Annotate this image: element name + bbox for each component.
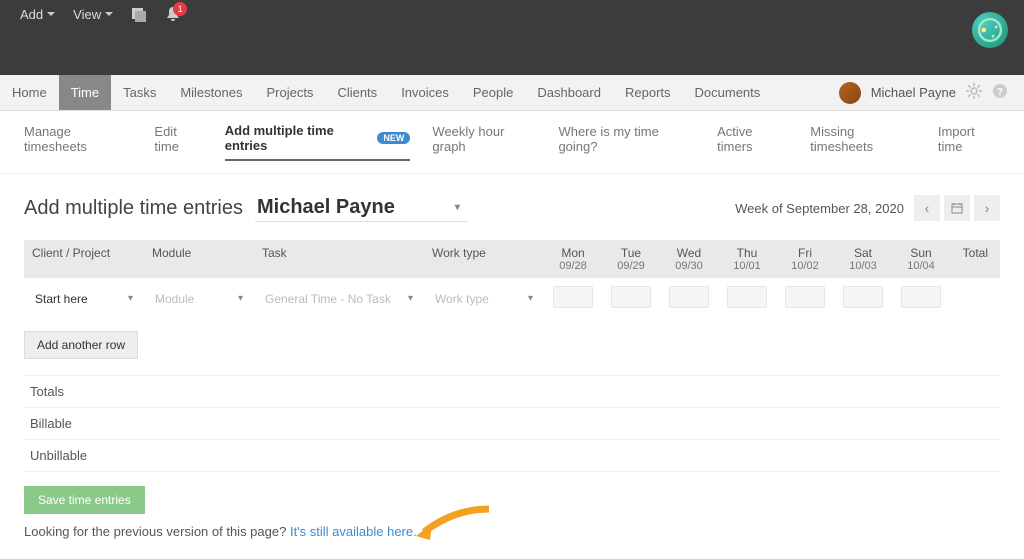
- col-sun: Sun10/04: [892, 240, 950, 278]
- add-menu[interactable]: Add: [20, 7, 55, 22]
- subnav-where-time-going[interactable]: Where is my time going?: [558, 123, 695, 161]
- time-input-mon[interactable]: [553, 286, 593, 308]
- summary-totals: Totals: [24, 375, 1000, 407]
- col-thu: Thu10/01: [718, 240, 776, 278]
- chevron-down-icon: ▾: [238, 293, 243, 304]
- notification-badge: 1: [173, 2, 187, 16]
- chevron-down-icon: ▾: [528, 293, 533, 304]
- nav-documents[interactable]: Documents: [683, 75, 773, 110]
- prev-version-link[interactable]: It's still available here.: [290, 524, 417, 539]
- week-label: Week of September 28, 2020: [735, 201, 904, 216]
- notifications-button[interactable]: 1: [165, 6, 181, 22]
- time-input-tue[interactable]: [611, 286, 651, 308]
- col-tue: Tue09/29: [602, 240, 660, 278]
- module-select[interactable]: Module▾: [150, 289, 248, 309]
- nav-time[interactable]: Time: [59, 75, 111, 110]
- summary-billable: Billable: [24, 407, 1000, 439]
- app-logo: [972, 12, 1008, 48]
- caret-down-icon: [105, 12, 113, 16]
- subnav-add-multiple-label: Add multiple time entries: [225, 123, 372, 153]
- save-button[interactable]: Save time entries: [24, 486, 145, 514]
- subnav-weekly-hour-graph[interactable]: Weekly hour graph: [432, 123, 536, 161]
- page-title: Add multiple time entries: [24, 197, 243, 220]
- next-week-button[interactable]: ›: [974, 195, 1000, 221]
- current-user[interactable]: Michael Payne: [871, 85, 956, 100]
- col-task: Task: [254, 240, 424, 278]
- nav-dashboard[interactable]: Dashboard: [525, 75, 613, 110]
- nav-tasks[interactable]: Tasks: [111, 75, 168, 110]
- chevron-down-icon: ▾: [455, 202, 460, 213]
- col-module: Module: [144, 240, 254, 278]
- table-row: Start here▾ Module▾ General Time - No Ta…: [24, 278, 1000, 319]
- chevron-down-icon: ▾: [408, 293, 413, 304]
- chevron-down-icon: ▾: [128, 293, 133, 304]
- subnav-add-multiple[interactable]: Add multiple time entries NEW: [225, 123, 411, 161]
- prev-note-text: Looking for the previous version of this…: [24, 524, 290, 539]
- new-badge: NEW: [377, 132, 410, 144]
- nav-invoices[interactable]: Invoices: [389, 75, 461, 110]
- col-sat: Sat10/03: [834, 240, 892, 278]
- gear-icon[interactable]: [966, 83, 982, 102]
- time-input-fri[interactable]: [785, 286, 825, 308]
- svg-text:?: ?: [997, 87, 1003, 98]
- notes-icon: [131, 6, 147, 22]
- worktype-select[interactable]: Work type▾: [430, 289, 538, 309]
- subnav-active-timers[interactable]: Active timers: [717, 123, 788, 161]
- time-input-wed[interactable]: [669, 286, 709, 308]
- help-icon[interactable]: ?: [992, 83, 1008, 102]
- time-input-sun[interactable]: [901, 286, 941, 308]
- person-select[interactable]: Michael Payne ▾: [255, 194, 468, 222]
- task-select[interactable]: General Time - No Task▾: [260, 289, 418, 309]
- col-fri: Fri10/02: [776, 240, 834, 278]
- nav-projects[interactable]: Projects: [254, 75, 325, 110]
- col-client: Client / Project: [24, 240, 144, 278]
- calendar-button[interactable]: [944, 195, 970, 221]
- col-total: Total: [950, 240, 1000, 278]
- col-mon: Mon09/28: [544, 240, 602, 278]
- summary-unbillable: Unbillable: [24, 439, 1000, 472]
- col-wed: Wed09/30: [660, 240, 718, 278]
- subnav-missing-timesheets[interactable]: Missing timesheets: [810, 123, 916, 161]
- add-label: Add: [20, 7, 43, 22]
- subnav-edit-time[interactable]: Edit time: [154, 123, 202, 161]
- person-name: Michael Payne: [257, 196, 395, 219]
- client-select[interactable]: Start here▾: [30, 289, 138, 309]
- time-input-thu[interactable]: [727, 286, 767, 308]
- view-label: View: [73, 7, 101, 22]
- col-worktype: Work type: [424, 240, 544, 278]
- nav-home[interactable]: Home: [0, 75, 59, 110]
- time-input-sat[interactable]: [843, 286, 883, 308]
- caret-down-icon: [47, 12, 55, 16]
- calendar-icon: [951, 202, 963, 214]
- view-menu[interactable]: View: [73, 7, 113, 22]
- add-row-button[interactable]: Add another row: [24, 331, 138, 359]
- nav-people[interactable]: People: [461, 75, 525, 110]
- avatar[interactable]: [839, 82, 861, 104]
- nav-clients[interactable]: Clients: [325, 75, 389, 110]
- subnav-manage-timesheets[interactable]: Manage timesheets: [24, 123, 132, 161]
- nav-reports[interactable]: Reports: [613, 75, 683, 110]
- prev-week-button[interactable]: ‹: [914, 195, 940, 221]
- row-total: [950, 278, 1000, 319]
- nav-milestones[interactable]: Milestones: [168, 75, 254, 110]
- subnav-import-time[interactable]: Import time: [938, 123, 1000, 161]
- arrow-annotation: [414, 504, 494, 544]
- notes-icon-button[interactable]: [131, 6, 147, 22]
